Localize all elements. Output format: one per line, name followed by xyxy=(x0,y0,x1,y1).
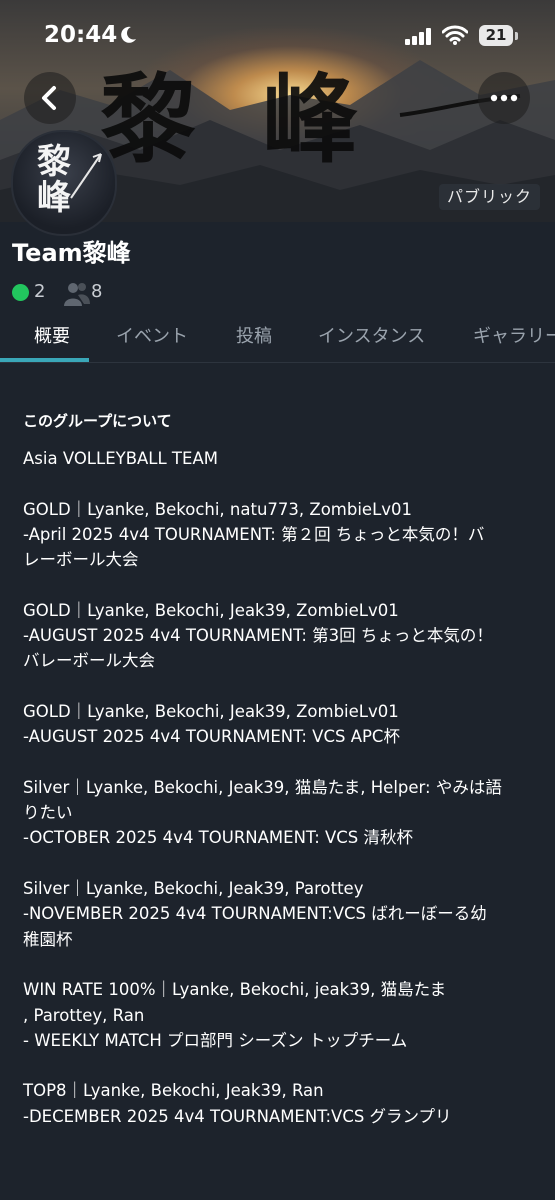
online-count: 2 xyxy=(34,281,46,302)
about-line: -OCTOBER 2025 4v4 TOURNAMENT: VCS 清秋杯 xyxy=(23,828,414,848)
tab-instances[interactable]: インスタンス xyxy=(318,322,425,348)
about-line: , Parottey, Ran xyxy=(23,1005,145,1025)
about-line: GOLD｜Lyanke, Bekochi, natu773, ZombieLv0… xyxy=(23,499,413,519)
wifi-icon xyxy=(442,25,468,45)
about-blank-line xyxy=(23,1053,533,1078)
tab-gallery[interactable]: ギャラリー xyxy=(473,322,555,348)
about-line: TOP8｜Lyanke, Bekochi, Jeak39, Ran xyxy=(23,1081,324,1101)
back-icon xyxy=(42,86,56,110)
about-line: -DECEMBER 2025 4v4 TOURNAMENT:VCS グランプリ xyxy=(23,1106,452,1126)
about-line: バレーボール大会 xyxy=(23,651,155,671)
back-button[interactable] xyxy=(24,72,76,124)
about-heading: このグループについて xyxy=(23,412,172,430)
about-description: Asia VOLLEYBALL TEAM GOLD｜Lyanke, Bekochi… xyxy=(23,446,533,1129)
visibility-badge: パブリック xyxy=(439,184,541,210)
about-blank-line xyxy=(23,572,533,597)
about-line: -NOVEMBER 2025 4v4 TOURNAMENT:VCS ばれーぼーる… xyxy=(23,904,487,924)
arrow-icon xyxy=(70,153,102,199)
about-line: WIN RATE 100%｜Lyanke, Bekochi, jeak39, 猫… xyxy=(23,980,447,1000)
about-blank-line xyxy=(23,674,533,699)
about-line: レーボール大会 xyxy=(23,550,139,570)
group-avatar[interactable]: 黎峰 xyxy=(11,130,117,236)
status-time: 20:44 xyxy=(44,22,118,48)
about-line: Asia VOLLEYBALL TEAM xyxy=(23,449,218,468)
about-line: 稚園杯 xyxy=(23,929,73,949)
about-line: -April 2025 4v4 TOURNAMENT: 第２回 ちょっと本気の！… xyxy=(23,524,485,544)
group-name: Team黎峰 xyxy=(12,239,131,267)
tab-bar: 概要 イベント 投稿 インスタンス ギャラリー xyxy=(0,310,555,363)
about-line: Silver｜Lyanke, Bekochi, Jeak39, 猫島たま, He… xyxy=(23,777,502,797)
status-bar: 20:44 21 xyxy=(0,0,555,70)
about-line: りたい xyxy=(23,803,73,823)
more-icon xyxy=(490,94,518,102)
signal-icon xyxy=(405,28,431,45)
more-options-button[interactable] xyxy=(478,72,530,124)
members-icon xyxy=(64,283,90,306)
about-line: - WEEKLY MATCH プロ部門 シーズン トップチーム xyxy=(23,1030,408,1050)
about-blank-line xyxy=(23,952,533,977)
about-line: -AUGUST 2025 4v4 TOURNAMENT: VCS APC杯 xyxy=(23,727,400,747)
banner-title: 黎峰 xyxy=(100,63,424,176)
battery-tip xyxy=(515,32,518,40)
tab-overview[interactable]: 概要 xyxy=(34,322,70,348)
about-blank-line xyxy=(23,750,533,775)
member-count: 8 xyxy=(91,281,103,302)
about-blank-line xyxy=(23,851,533,876)
about-line: Silver｜Lyanke, Bekochi, Jeak39, Parottey xyxy=(23,879,364,899)
online-status-icon xyxy=(12,284,29,301)
tab-active-indicator xyxy=(0,358,89,362)
about-line: GOLD｜Lyanke, Bekochi, Jeak39, ZombieLv01 xyxy=(23,701,399,721)
about-line: GOLD｜Lyanke, Bekochi, Jeak39, ZombieLv01 xyxy=(23,600,399,620)
about-line: -AUGUST 2025 4v4 TOURNAMENT: 第3回 ちょっと本気の… xyxy=(23,626,493,646)
tab-events[interactable]: イベント xyxy=(116,322,188,348)
about-blank-line xyxy=(23,471,533,496)
tab-posts[interactable]: 投稿 xyxy=(236,322,272,348)
battery-icon: 21 xyxy=(479,25,513,46)
moon-icon xyxy=(121,26,136,43)
